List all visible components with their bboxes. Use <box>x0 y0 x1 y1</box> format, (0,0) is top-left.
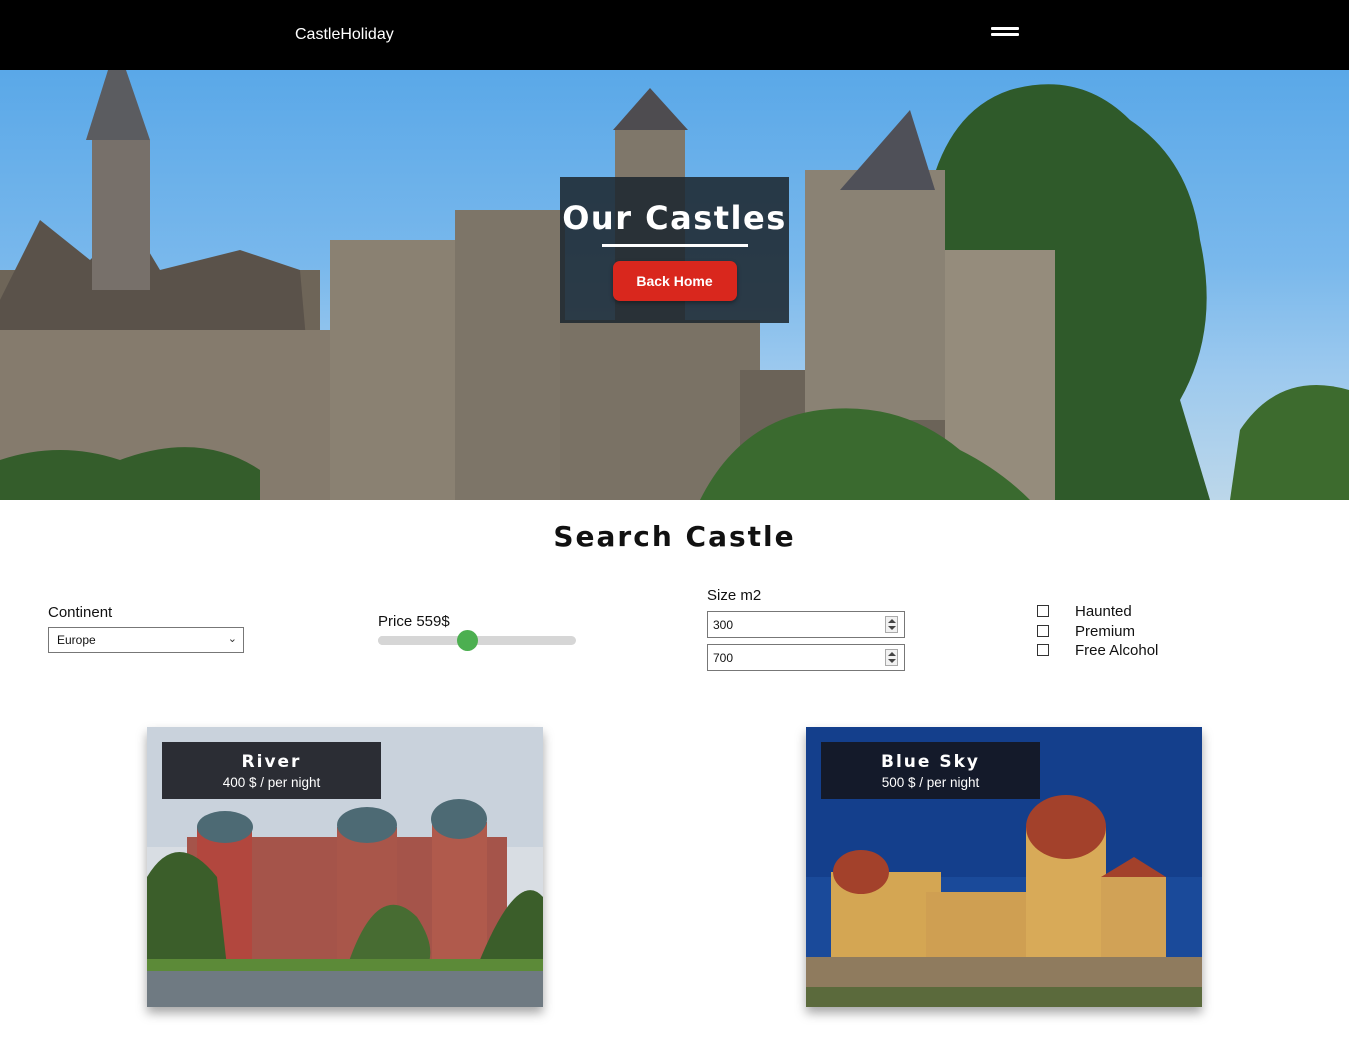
hero-title: Our Castles <box>562 199 787 237</box>
size-max-spinner[interactable] <box>885 649 898 666</box>
price-slider-thumb[interactable] <box>456 630 478 651</box>
haunted-label: Haunted <box>1075 603 1132 620</box>
blue-sky-price: 500 $ / per night <box>881 775 980 790</box>
size-min-input[interactable]: 300 <box>707 611 905 638</box>
free-alcohol-label: Free Alcohol <box>1075 642 1159 659</box>
brand-logo-link[interactable]: CastleHoliday <box>295 26 394 44</box>
castle-card-river[interactable]: River 400 $ / per night <box>147 727 543 1007</box>
blue-sky-name: Blue Sky <box>881 752 980 772</box>
size-max-value: 700 <box>713 651 734 665</box>
hero-caption-box: Our Castles Back Home <box>560 177 789 323</box>
size-label: Size m2 <box>707 587 762 604</box>
hero-divider <box>601 244 748 247</box>
castle-card-blue-sky[interactable]: Blue Sky 500 $ / per night <box>806 727 1202 1007</box>
size-min-value: 300 <box>713 618 734 632</box>
free-alcohol-checkbox[interactable] <box>1037 644 1049 656</box>
search-title: Search Castle <box>553 520 796 553</box>
haunted-checkbox[interactable] <box>1037 605 1049 617</box>
chevron-down-icon: ⌄ <box>227 633 237 645</box>
price-slider[interactable] <box>378 630 576 651</box>
price-slider-fill <box>378 636 468 645</box>
size-max-input[interactable]: 700 <box>707 644 905 671</box>
premium-label: Premium <box>1075 623 1136 640</box>
premium-checkbox[interactable] <box>1037 625 1049 637</box>
size-min-spinner[interactable] <box>885 616 898 633</box>
top-navbar: CastleHoliday <box>0 0 1349 70</box>
back-home-button[interactable]: Back Home <box>612 261 737 301</box>
continent-selected-value: Europe <box>57 633 96 647</box>
price-label: Price 559$ <box>378 613 450 630</box>
hero-banner: Our Castles Back Home <box>0 70 1349 500</box>
hamburger-icon[interactable] <box>991 27 1019 39</box>
river-name: River <box>241 752 302 772</box>
blue-sky-caption: Blue Sky 500 $ / per night <box>821 742 1040 799</box>
continent-label: Continent <box>48 604 113 621</box>
continent-select[interactable]: Europe ⌄ <box>48 627 244 653</box>
river-caption: River 400 $ / per night <box>162 742 381 799</box>
river-price: 400 $ / per night <box>222 775 321 790</box>
